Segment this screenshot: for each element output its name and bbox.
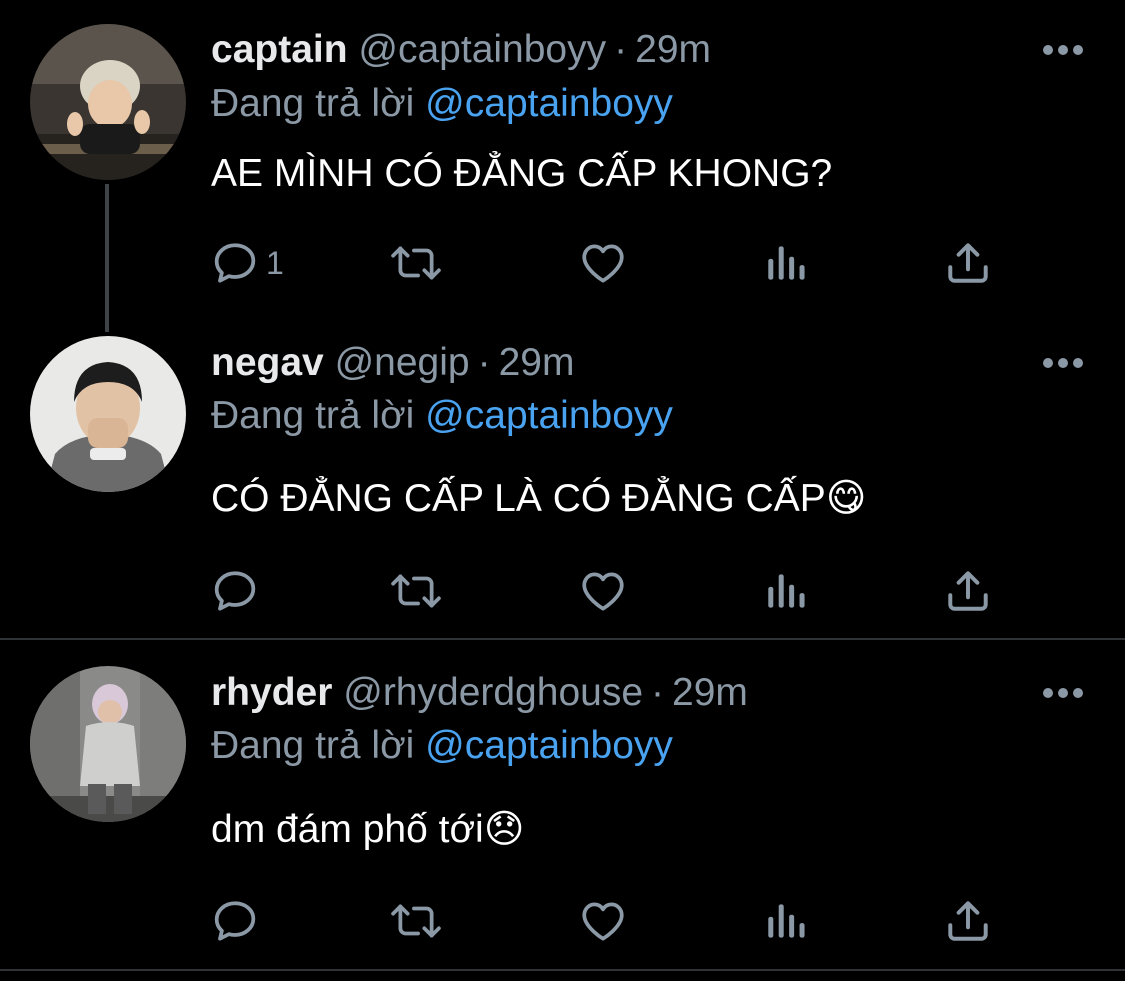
more-options-button[interactable]: [1040, 40, 1086, 60]
reply-count: 1: [266, 244, 284, 281]
share-button[interactable]: [943, 566, 993, 616]
display-name[interactable]: rhyder: [211, 671, 332, 714]
reply-button[interactable]: [210, 896, 266, 946]
tweet-text: AE MÌNH CÓ ĐẲNG CẤP KHONG?: [211, 150, 832, 198]
more-horizontal-icon: [1043, 358, 1083, 368]
emoji: 😞: [483, 808, 525, 851]
retweet-icon: [391, 574, 441, 608]
retweet-button[interactable]: [388, 566, 444, 616]
tweet-text: dm đám phố tới😞: [211, 806, 524, 854]
heart-icon: [582, 244, 624, 283]
retweet-button[interactable]: [388, 896, 444, 946]
bar-chart-icon: [768, 574, 805, 608]
tweet-text-content: AE MÌNH CÓ ĐẲNG CẤP KHONG?: [211, 152, 833, 195]
tweet[interactable]: captain @captainboyy · 29m Đang trả lời @c…: [0, 0, 1125, 332]
more-options-button[interactable]: [1040, 683, 1086, 703]
bar-chart-icon: [768, 904, 805, 938]
retweet-icon: [391, 246, 441, 280]
share-button[interactable]: [943, 238, 993, 288]
separator-dot: ·: [651, 671, 665, 714]
tweet[interactable]: rhyder @rhyderdghouse · 29m Đang trả lời @…: [0, 641, 1125, 971]
timestamp[interactable]: 29m: [635, 28, 711, 71]
views-button[interactable]: [765, 566, 807, 616]
user-handle[interactable]: @negip: [335, 341, 470, 384]
emoji: 😋: [825, 477, 867, 520]
more-horizontal-icon: [1043, 688, 1083, 698]
replying-to-line: Đang trả lời @captainboyy: [211, 722, 673, 770]
timestamp[interactable]: 29m: [499, 341, 575, 384]
views-button[interactable]: [765, 238, 807, 288]
replying-to-line: Đang trả lời @captainboyy: [211, 80, 673, 128]
retweet-button[interactable]: [388, 238, 444, 288]
reply-bubble-icon: [214, 243, 256, 283]
heart-icon: [582, 902, 624, 941]
replying-to-label: Đang trả lời: [211, 724, 415, 767]
replying-to-label: Đang trả lời: [211, 82, 415, 125]
reply-button[interactable]: [210, 566, 266, 616]
user-handle[interactable]: @rhyderdghouse: [343, 671, 643, 714]
heart-icon: [582, 572, 624, 611]
user-handle[interactable]: @captainboyy: [358, 28, 606, 71]
separator-dot: ·: [477, 341, 491, 384]
views-button[interactable]: [765, 896, 807, 946]
tweet-divider: [0, 638, 1125, 640]
tweet-text-content: dm đám phố tới: [211, 808, 484, 851]
avatar[interactable]: [30, 336, 186, 492]
tweet-text: CÓ ĐẲNG CẤP LÀ CÓ ĐẲNG CẤP😋: [211, 475, 866, 523]
mention-link[interactable]: @captainboyy: [425, 724, 673, 767]
action-bar: 1: [210, 238, 1030, 288]
retweet-icon: [391, 904, 441, 938]
display-name[interactable]: captain: [211, 28, 348, 71]
action-bar: [210, 896, 1030, 946]
like-button[interactable]: [578, 238, 628, 288]
mention-link[interactable]: @captainboyy: [425, 394, 673, 437]
share-upload-icon: [948, 243, 988, 283]
avatar[interactable]: [30, 666, 186, 822]
display-name[interactable]: negav: [211, 341, 324, 384]
more-horizontal-icon: [1043, 45, 1083, 55]
share-button[interactable]: [943, 896, 993, 946]
more-options-button[interactable]: [1040, 353, 1086, 373]
like-button[interactable]: [578, 566, 628, 616]
tweet[interactable]: negav @negip · 29m Đang trả lời @captainbo…: [0, 330, 1125, 640]
reply-button[interactable]: 1: [210, 238, 284, 288]
tweet-divider: [0, 969, 1125, 971]
avatar[interactable]: [30, 24, 186, 180]
replying-to-label: Đang trả lời: [211, 394, 415, 437]
separator-dot: ·: [614, 28, 628, 71]
mention-link[interactable]: @captainboyy: [425, 82, 673, 125]
action-bar: [210, 566, 1030, 616]
replying-to-line: Đang trả lời @captainboyy: [211, 392, 673, 440]
thread-connector-line: [105, 184, 109, 332]
share-upload-icon: [948, 571, 988, 611]
bar-chart-icon: [768, 246, 805, 280]
reply-bubble-icon: [214, 571, 256, 611]
timestamp[interactable]: 29m: [672, 671, 748, 714]
like-button[interactable]: [578, 896, 628, 946]
reply-bubble-icon: [214, 901, 256, 941]
share-upload-icon: [948, 901, 988, 941]
tweet-text-content: CÓ ĐẲNG CẤP LÀ CÓ ĐẲNG CẤP: [211, 477, 826, 520]
